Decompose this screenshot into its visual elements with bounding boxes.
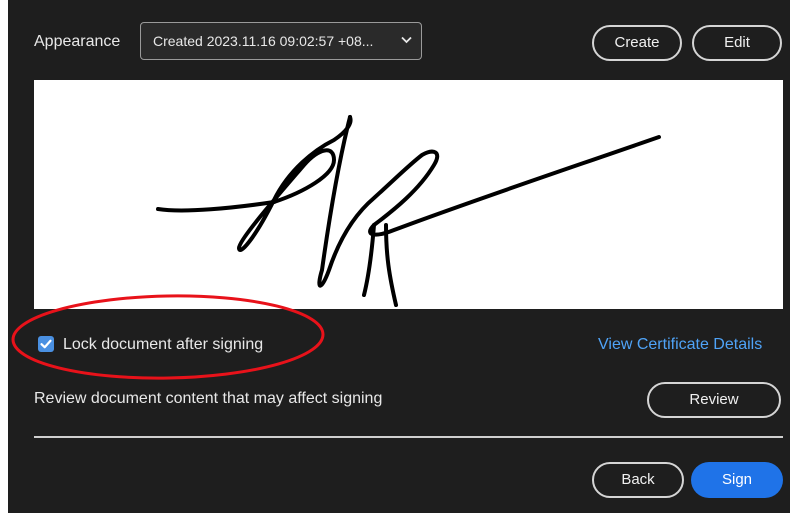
create-button[interactable]: Create — [592, 25, 682, 61]
review-button[interactable]: Review — [647, 382, 781, 418]
back-button[interactable]: Back — [592, 462, 684, 498]
divider — [34, 436, 783, 438]
checkmark-icon — [40, 339, 52, 349]
sign-button[interactable]: Sign — [691, 462, 783, 498]
view-certificate-details-link[interactable]: View Certificate Details — [598, 336, 762, 354]
lock-document-checkbox[interactable] — [38, 336, 54, 352]
appearance-dropdown[interactable]: Created 2023.11.16 09:02:57 +08... — [140, 22, 422, 60]
lock-document-label[interactable]: Lock document after signing — [63, 336, 263, 354]
review-description: Review document content that may affect … — [34, 390, 383, 407]
chevron-down-icon — [401, 36, 412, 44]
signature-preview — [34, 80, 783, 309]
sign-dialog: Appearance Created 2023.11.16 09:02:57 +… — [8, 0, 790, 513]
handwritten-signature-icon — [156, 115, 661, 307]
edit-button[interactable]: Edit — [692, 25, 782, 61]
appearance-dropdown-value: Created 2023.11.16 09:02:57 +08... — [153, 33, 374, 49]
appearance-label: Appearance — [34, 33, 121, 50]
